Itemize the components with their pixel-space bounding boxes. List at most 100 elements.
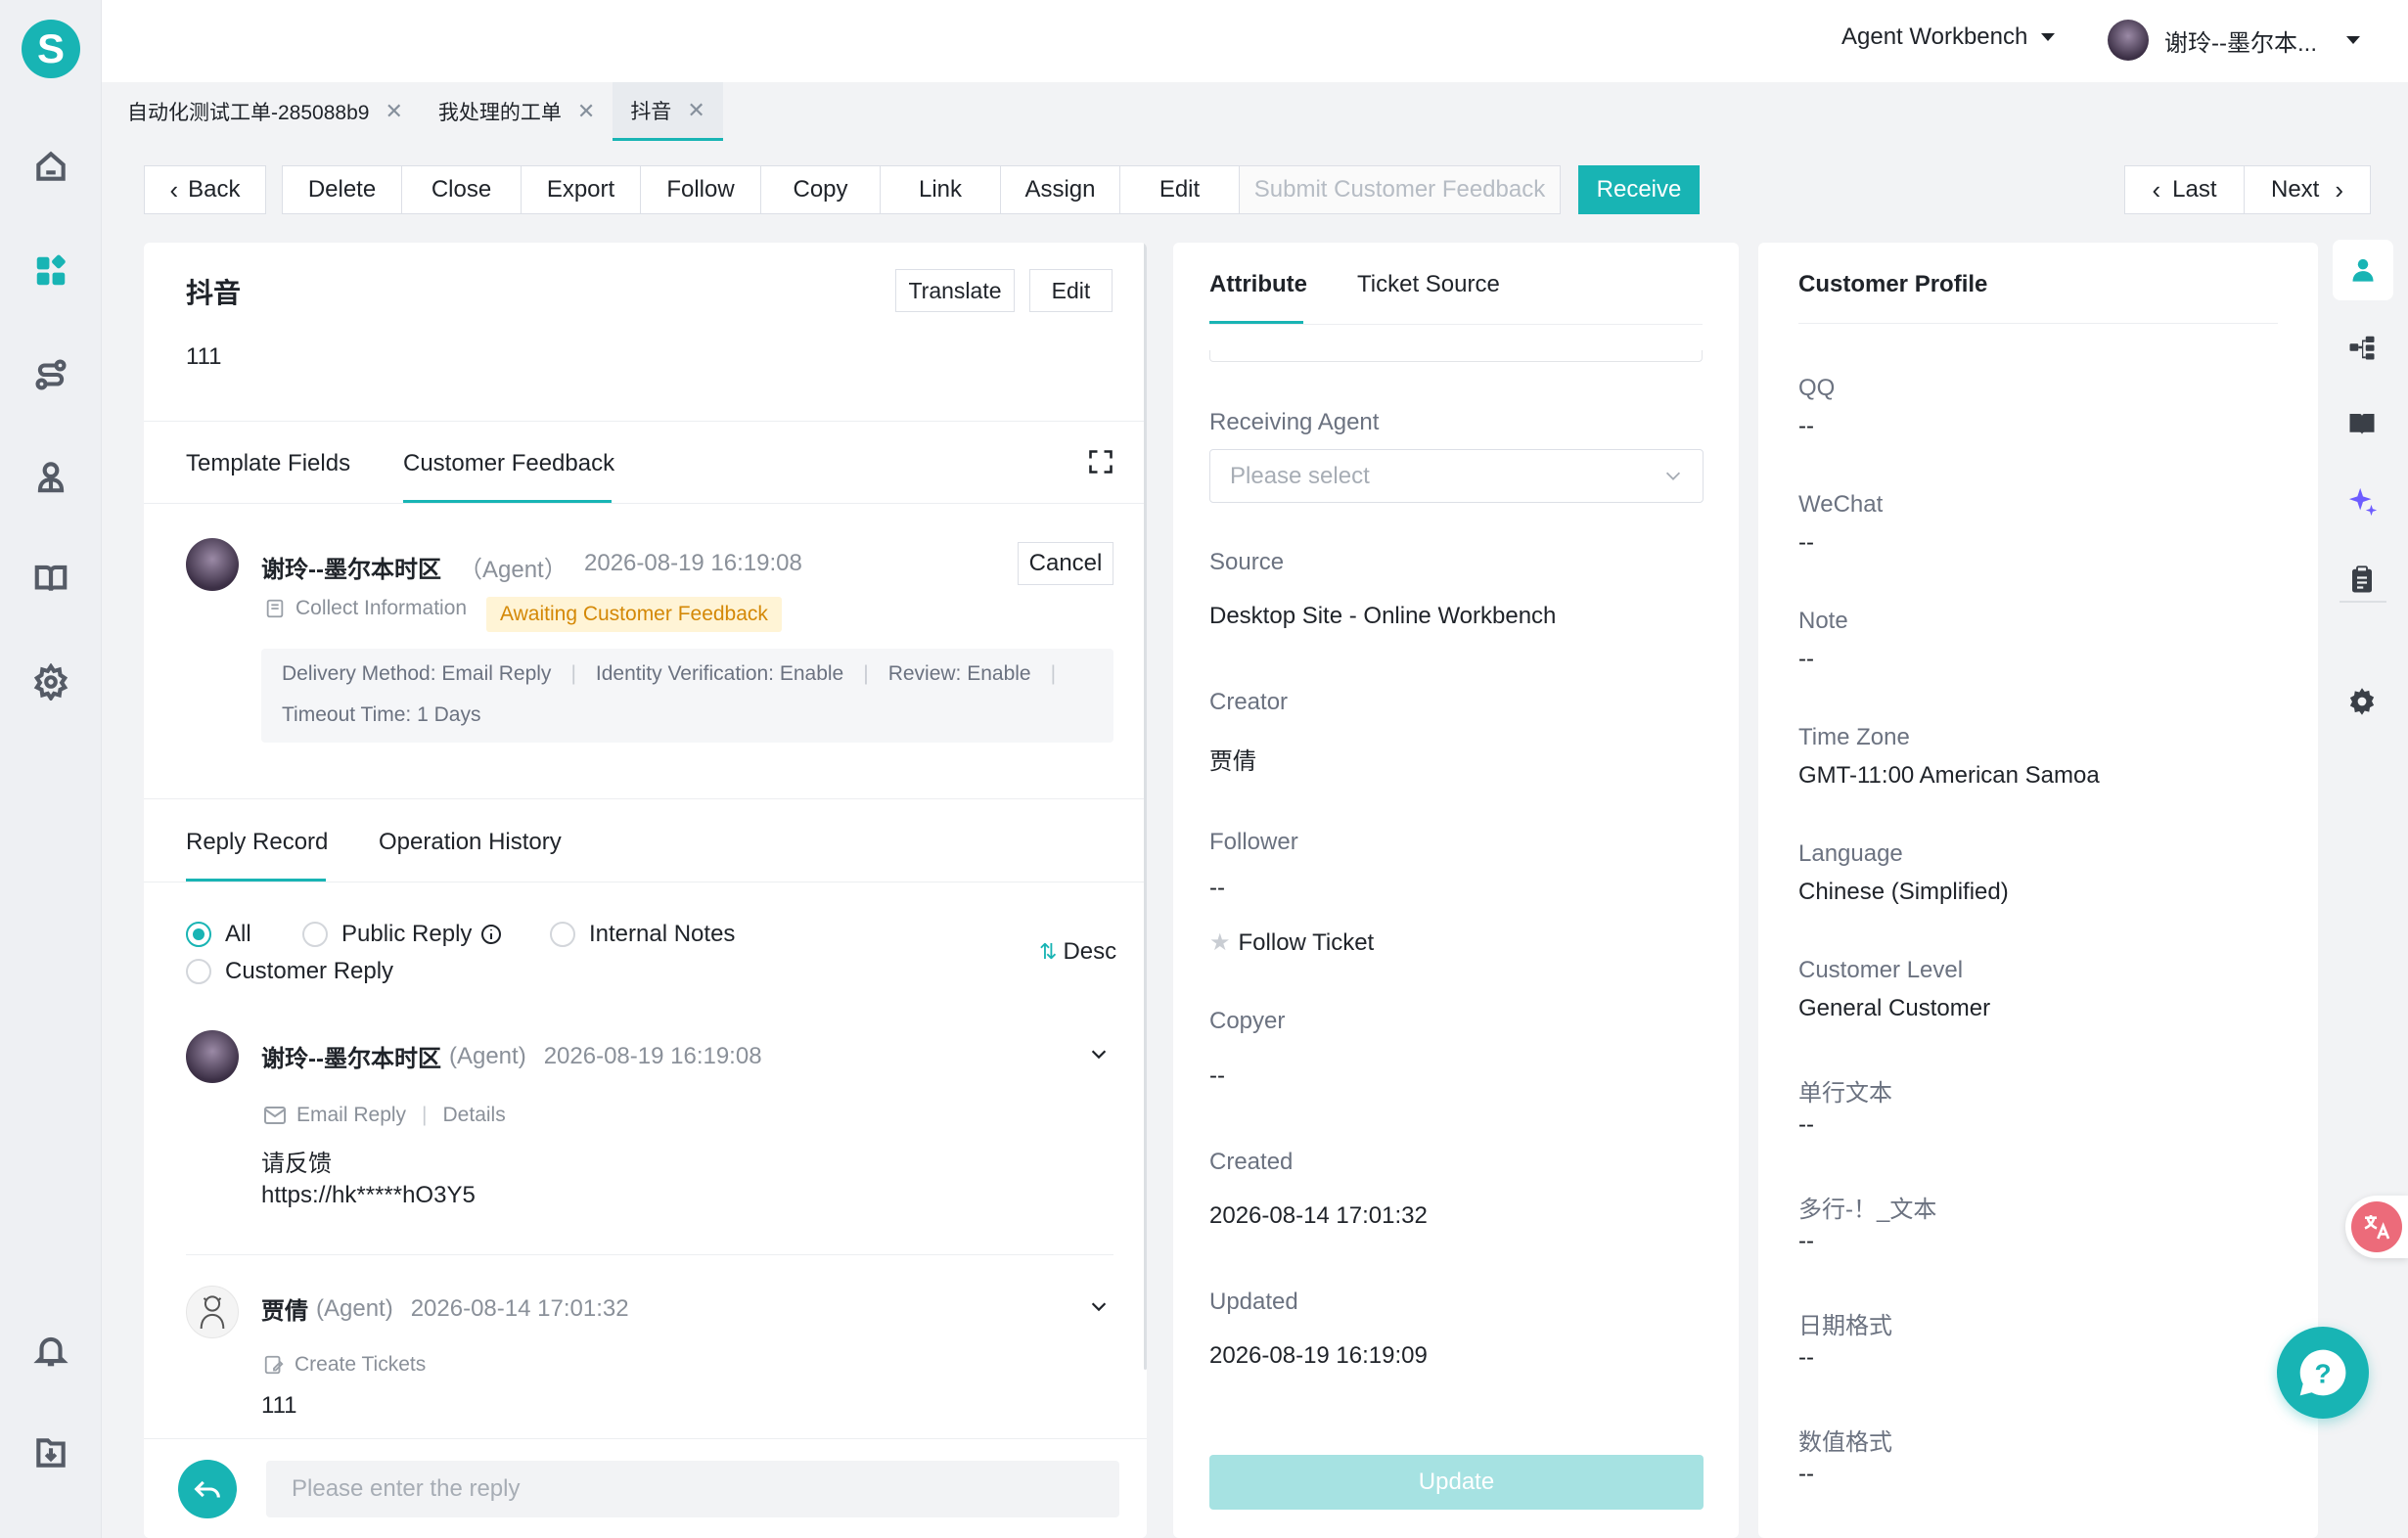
notification-bell-icon[interactable] [26, 1326, 75, 1375]
edit-button[interactable]: Edit [1120, 165, 1240, 214]
creator-value: 贾倩 [1209, 748, 1256, 775]
sort-toggle[interactable]: ⇅ Desc [1039, 938, 1116, 966]
collect-info-label: Collect Information [295, 597, 468, 619]
page-tab-active[interactable]: 抖音 ✕ [613, 82, 723, 141]
routing-icon[interactable] [26, 350, 75, 399]
tab-reply-record[interactable]: Reply Record [186, 829, 328, 856]
submit-customer-feedback-button[interactable]: Submit Customer Feedback [1240, 165, 1561, 214]
separator: | [570, 662, 576, 685]
filter-all[interactable]: All [186, 921, 251, 948]
settings-gear-icon[interactable] [26, 657, 75, 706]
help-icon[interactable]: ? [2277, 1327, 2369, 1419]
cancel-button[interactable]: Cancel [1018, 542, 1113, 585]
top-header: Agent Workbench 谢玲--墨尔本... [102, 0, 2408, 82]
page-tab-label: 自动化测试工单-285088b9 [127, 102, 370, 124]
chevron-down-icon[interactable] [1088, 1295, 1110, 1317]
close-icon[interactable]: ✕ [577, 99, 595, 124]
reply-channel: Email Reply [296, 1104, 407, 1126]
clipped-input[interactable] [1209, 350, 1703, 362]
profile-field-label: Note [1798, 608, 1848, 634]
workbench-icon[interactable] [26, 247, 75, 295]
next-button[interactable]: Next › [2245, 165, 2371, 214]
page-tab[interactable]: 我处理的工单 ✕ [421, 82, 613, 141]
delete-button[interactable]: Delete [282, 165, 402, 214]
tab-ticket-source[interactable]: Ticket Source [1357, 271, 1500, 298]
tab-attribute[interactable]: Attribute [1209, 271, 1307, 298]
scrollbar[interactable] [1144, 243, 1147, 1370]
customer-profile-icon[interactable] [2333, 240, 2393, 300]
page-tab-label: 我处理的工单 [437, 102, 562, 124]
details-link[interactable]: Details [443, 1104, 506, 1127]
reply-content-link[interactable]: https://hk*****hO3Y5 [261, 1182, 476, 1209]
feedback-agent-name: 谢玲--墨尔本时区 [261, 557, 441, 583]
profile-field-value: -- [1798, 646, 1814, 672]
filter-public-reply[interactable]: Public Reply [302, 921, 503, 948]
profile-field-value: -- [1798, 1344, 1814, 1371]
ai-sparkle-icon[interactable] [2346, 485, 2380, 519]
created-value: 2026-08-14 17:01:32 [1209, 1202, 1428, 1229]
home-icon[interactable] [26, 142, 75, 191]
profile-field-label: 数值格式 [1798, 1429, 1892, 1456]
reply-header: 贾倩 (Agent) 2026-08-14 17:01:32 [261, 1291, 629, 1326]
sort-label: Desc [1063, 938, 1117, 965]
knowledge-book-icon[interactable] [2347, 409, 2377, 438]
hierarchy-icon[interactable] [2347, 333, 2377, 362]
update-button[interactable]: Update [1209, 1455, 1704, 1510]
clipboard-icon[interactable] [2347, 565, 2377, 595]
assign-button[interactable]: Assign [1001, 165, 1120, 214]
workspace-switcher[interactable]: Agent Workbench [1841, 23, 2056, 51]
reply-role: (Agent) [448, 1042, 526, 1069]
reply-input[interactable]: Please enter the reply [266, 1461, 1119, 1517]
tab-template-fields[interactable]: Template Fields [186, 450, 350, 477]
fullscreen-icon[interactable] [1087, 448, 1114, 475]
profile-field-label: WeChat [1798, 491, 1884, 518]
back-button[interactable]: ‹ Back [144, 165, 266, 214]
feedback-time: 2026-08-19 16:19:08 [584, 550, 802, 576]
form-icon [264, 598, 286, 619]
edit-ticket-button[interactable]: Edit [1029, 269, 1113, 312]
reply-author: 贾倩 [261, 1298, 308, 1325]
profile-field-label: QQ [1798, 375, 1836, 401]
receive-button[interactable]: Receive [1578, 165, 1700, 214]
filter-customer-reply-label: Customer Reply [225, 958, 394, 984]
reply-arrow-icon[interactable] [178, 1460, 237, 1518]
ticket-title: 抖音 [186, 278, 242, 308]
follow-ticket-toggle[interactable]: ★ Follow Ticket [1209, 928, 1374, 957]
translate-button[interactable]: Translate [895, 269, 1015, 312]
settings-gear-icon[interactable] [2347, 687, 2377, 716]
customer-profile-card: Customer Profile QQ -- WeChat -- Note -- Time … [1758, 243, 2318, 1538]
copy-button[interactable]: Copy [761, 165, 881, 214]
translate-float[interactable] [2345, 1196, 2408, 1258]
close-icon[interactable]: ✕ [687, 98, 704, 123]
tab-operation-history[interactable]: Operation History [379, 829, 562, 856]
receiving-agent-select[interactable]: Please select [1209, 449, 1704, 503]
reply-author: 谢玲--墨尔本时区 [261, 1046, 441, 1072]
knowledge-book-icon[interactable] [26, 554, 75, 603]
download-icon[interactable] [26, 1428, 75, 1477]
reply-time: 2026-08-14 17:01:32 [410, 1294, 629, 1322]
reply-content-line: 请反馈 [261, 1151, 332, 1177]
divider [1209, 324, 1703, 325]
export-button[interactable]: Export [522, 165, 641, 214]
app-logo[interactable]: S [22, 20, 80, 78]
filter-all-label: All [225, 921, 251, 947]
tab-customer-feedback[interactable]: Customer Feedback [403, 450, 614, 477]
source-label: Source [1209, 549, 1285, 575]
divider [2340, 601, 2386, 603]
page-tab[interactable]: 自动化测试工单-285088b9 ✕ [110, 82, 421, 141]
filter-customer-reply[interactable]: Customer Reply [186, 958, 393, 985]
close-button[interactable]: Close [402, 165, 522, 214]
profile-field-label: Customer Level [1798, 957, 1964, 983]
user-menu[interactable]: 谢玲--墨尔本... [2108, 20, 2360, 61]
customer-icon[interactable] [26, 452, 75, 501]
info-icon[interactable] [479, 923, 503, 946]
close-icon[interactable]: ✕ [385, 99, 402, 124]
avatar [186, 1286, 239, 1338]
filter-internal-notes[interactable]: Internal Notes [550, 921, 735, 948]
settings-line: Delivery Method: Email Reply | Identity … [282, 662, 1056, 686]
chevron-down-icon[interactable] [1088, 1043, 1110, 1064]
link-button[interactable]: Link [881, 165, 1001, 214]
follow-button[interactable]: Follow [641, 165, 761, 214]
last-button[interactable]: ‹ Last [2124, 165, 2245, 214]
caret-down-icon [2346, 36, 2360, 44]
